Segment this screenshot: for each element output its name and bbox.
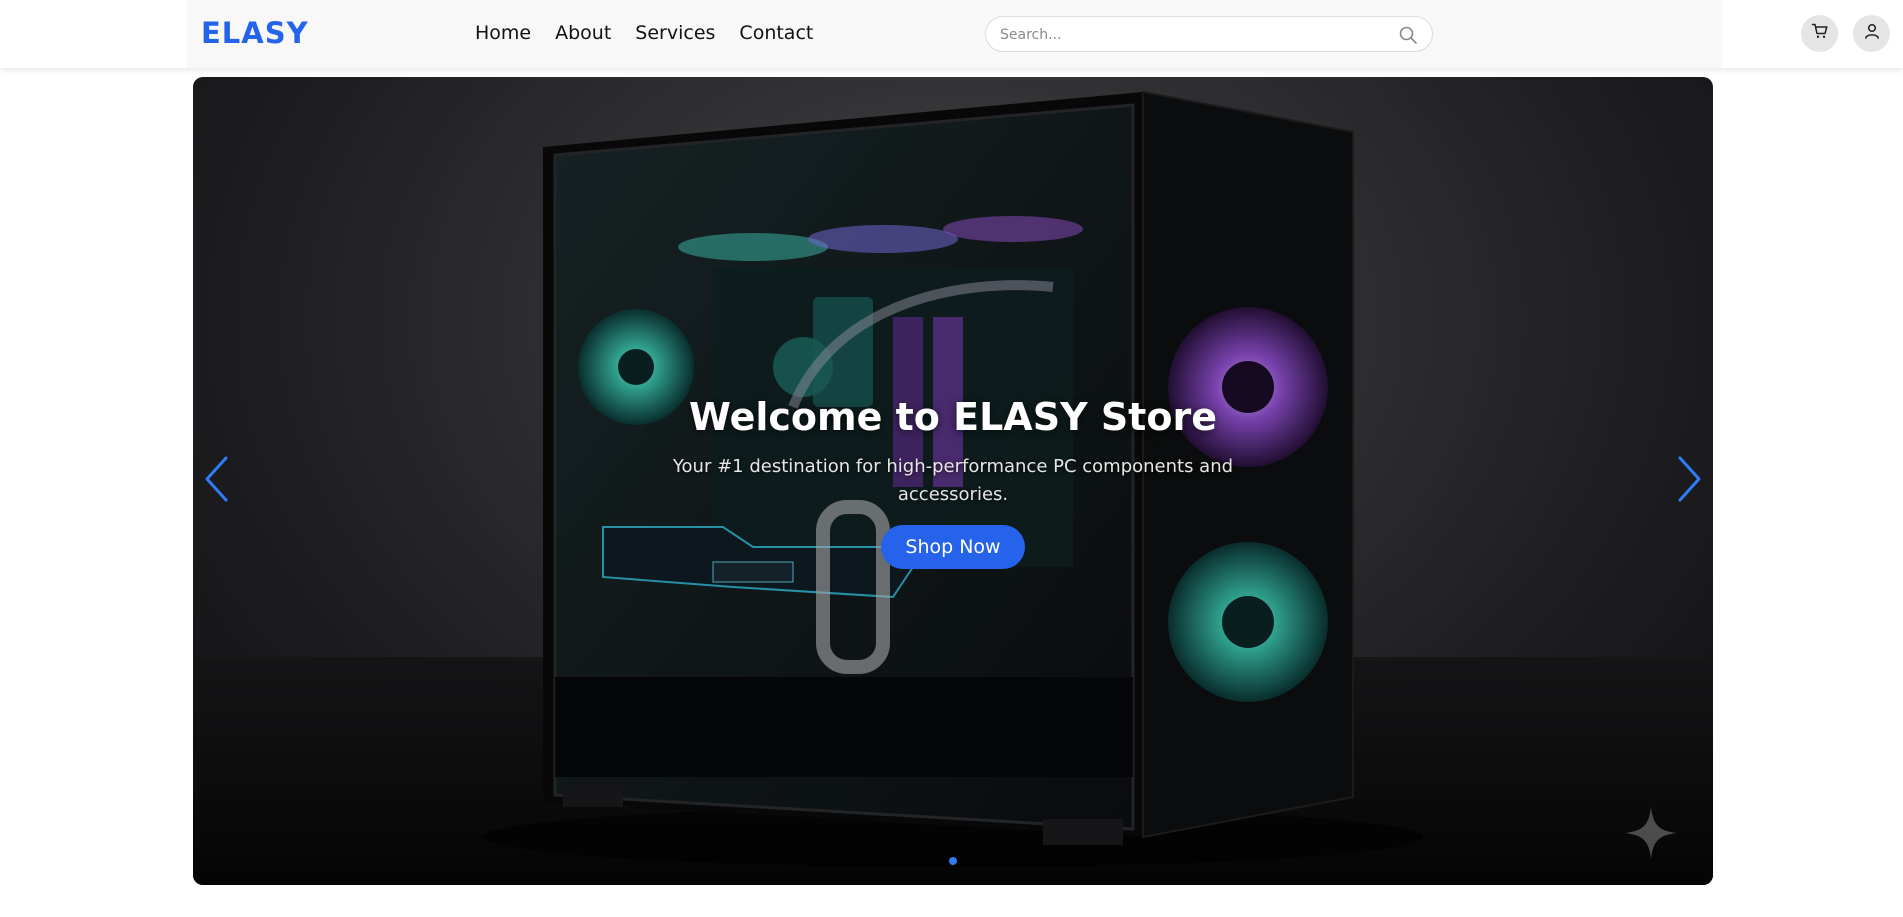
cart-icon: [1811, 22, 1829, 45]
shop-now-button[interactable]: Shop Now: [881, 525, 1025, 569]
hero-subtitle: Your #1 destination for high-performance…: [672, 456, 1234, 505]
site-header: ELASY Home About Services Contact: [0, 0, 1903, 68]
nav-about[interactable]: About: [555, 22, 611, 44]
search-input[interactable]: [1000, 25, 1380, 45]
user-icon: [1863, 22, 1881, 45]
chevron-left-icon: [205, 456, 228, 502]
nav-contact[interactable]: Contact: [739, 22, 813, 44]
logo[interactable]: ELASY: [201, 16, 309, 50]
carousel-next-button[interactable]: [1675, 455, 1703, 503]
carousel-prev-button[interactable]: [203, 455, 231, 503]
main-nav: Home About Services Contact: [475, 22, 813, 44]
hero-content: Welcome to ELASY Store Your #1 destinati…: [653, 395, 1253, 569]
search-icon[interactable]: [1398, 25, 1418, 45]
hero-title: Welcome to ELASY Store: [689, 395, 1217, 439]
chevron-right-icon: [1678, 456, 1701, 502]
search-bar: [985, 16, 1433, 52]
nav-home[interactable]: Home: [475, 22, 531, 44]
carousel-indicator-dot[interactable]: [949, 857, 957, 865]
user-button[interactable]: [1853, 15, 1890, 52]
sparkle-icon: [1625, 807, 1677, 859]
header-bar: ELASY Home About Services Contact: [186, 0, 1890, 68]
nav-services[interactable]: Services: [635, 22, 715, 44]
hero-carousel: Welcome to ELASY Store Your #1 destinati…: [193, 77, 1713, 885]
cart-button[interactable]: [1801, 15, 1838, 52]
